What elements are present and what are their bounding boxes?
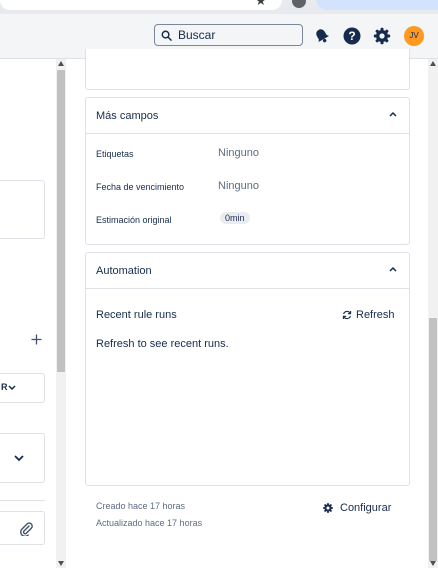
settings-gear-icon[interactable]	[372, 26, 392, 46]
browser-tab[interactable]	[0, 0, 282, 10]
chevron-up-icon	[389, 111, 397, 117]
user-avatar[interactable]: JV	[404, 26, 424, 46]
previous-panel-edge	[85, 49, 410, 90]
more-fields-title: Más campos	[96, 110, 159, 122]
scroll-up-arrow-icon[interactable]	[430, 61, 436, 66]
help-icon[interactable]: ?	[342, 26, 362, 46]
issue-details-sidebar: 1 Más campos Etiquetas Ninguno Fecha de …	[66, 49, 428, 568]
scroll-up-arrow-icon[interactable]	[58, 61, 64, 66]
more-fields-header[interactable]: Más campos	[86, 98, 409, 134]
left-scrollbar-thumb[interactable]	[57, 70, 65, 372]
chevron-up-icon	[389, 266, 397, 272]
labels-field-value[interactable]: Ninguno	[218, 147, 259, 159]
original-estimate-field-label: Estimación original	[96, 215, 172, 225]
more-fields-panel: Más campos Etiquetas Ninguno Fecha de ve…	[85, 97, 410, 245]
configure-label: Configurar	[340, 502, 392, 514]
scroll-down-arrow-icon[interactable]	[58, 561, 64, 566]
updated-timestamp: Actualizado hace 17 horas	[96, 518, 203, 528]
description-card[interactable]	[0, 180, 45, 239]
recent-rule-runs-heading: Recent rule runs	[96, 309, 177, 321]
add-icon[interactable]	[31, 334, 42, 345]
chevron-down-icon	[8, 385, 16, 391]
recent-runs-empty-message: Refresh to see recent runs.	[96, 338, 229, 350]
labels-field-label: Etiquetas	[96, 149, 134, 159]
comment-input[interactable]	[0, 511, 45, 545]
attachment-paperclip-icon[interactable]	[19, 521, 33, 536]
browser-pill[interactable]	[316, 0, 438, 10]
dropdown-value: R	[1, 382, 8, 392]
automation-title: Automation	[96, 265, 152, 277]
scroll-down-arrow-icon[interactable]	[430, 561, 436, 566]
right-scrollbar-thumb[interactable]	[429, 318, 437, 561]
refresh-icon	[342, 310, 352, 320]
search-input[interactable]: Buscar	[154, 24, 303, 46]
bookmark-star-icon[interactable]: ★	[255, 0, 267, 8]
due-date-field-label: Fecha de vencimiento	[96, 182, 185, 192]
divider	[0, 500, 45, 501]
notifications-bell-icon[interactable]	[312, 26, 332, 46]
search-icon	[161, 30, 172, 41]
chevron-down-icon	[14, 455, 24, 462]
status-dropdown[interactable]: R	[0, 373, 45, 403]
original-estimate-chip[interactable]: 0min	[220, 212, 250, 224]
due-date-field-value[interactable]: Ninguno	[218, 180, 259, 192]
created-timestamp: Creado hace 17 horas	[96, 501, 186, 511]
automation-panel: Automation Recent rule runs Refresh Refr…	[85, 252, 410, 486]
collapsed-section[interactable]	[0, 433, 45, 483]
refresh-label: Refresh	[356, 309, 395, 321]
extension-icon[interactable]	[292, 0, 306, 8]
automation-header[interactable]: Automation	[86, 253, 409, 289]
issue-main-pane: R	[0, 59, 57, 568]
settings-gear-icon	[323, 503, 333, 513]
browser-chrome: ★	[0, 0, 438, 14]
search-placeholder: Buscar	[178, 28, 216, 42]
svg-text:?: ?	[348, 29, 355, 43]
